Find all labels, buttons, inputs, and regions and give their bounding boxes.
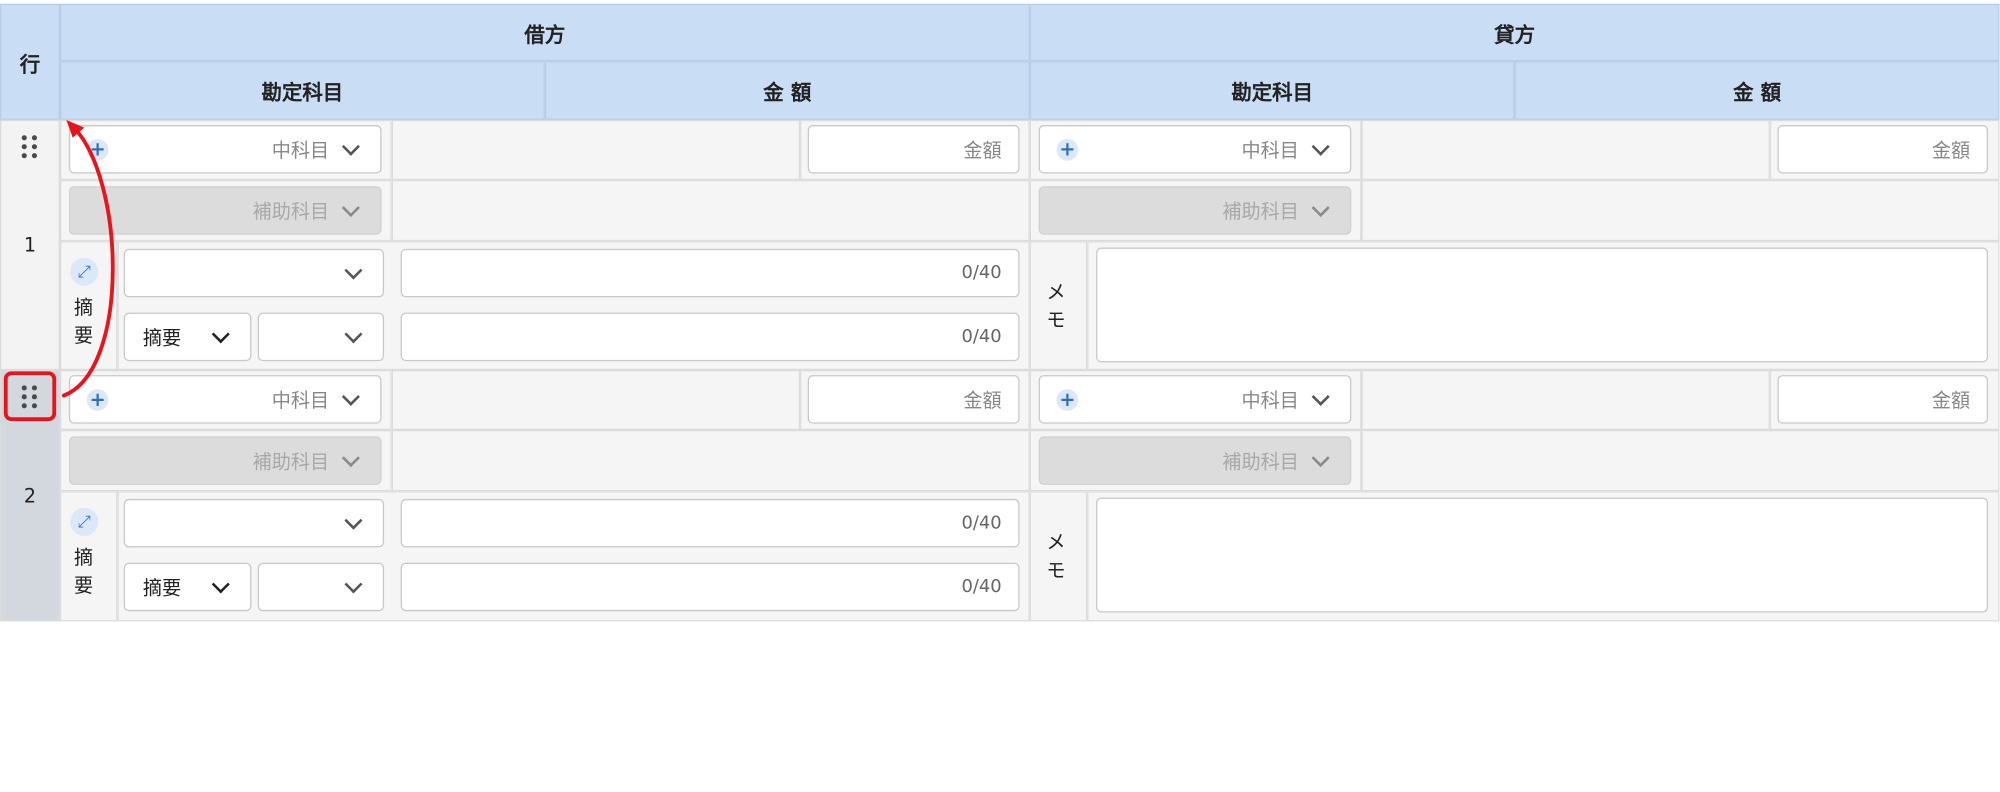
drag-arrow-annotation (61, 119, 115, 398)
